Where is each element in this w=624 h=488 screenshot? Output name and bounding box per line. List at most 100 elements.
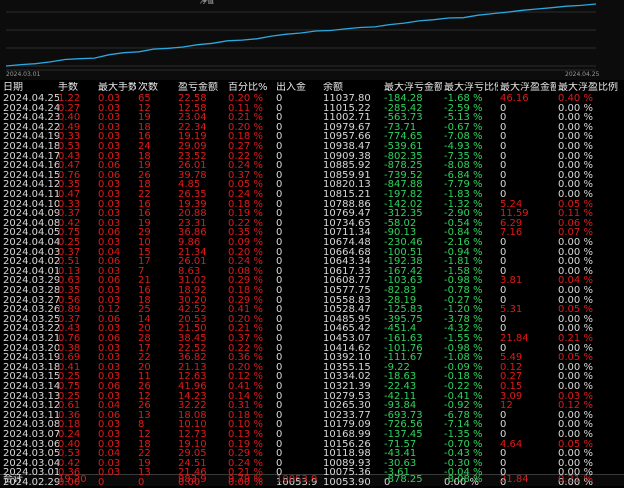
cell-date: 2024.03.26 <box>3 305 59 316</box>
cell-max-float-loss-pct: -1.83 % <box>444 190 483 200</box>
cell-cashflow: 0 <box>276 238 283 248</box>
table-row[interactable]: 2024.03.12 0.61 0.04 26 32.22 0.31 % 0 10265.30… <box>0 401 624 411</box>
cell-max-float-loss: -30.63 <box>384 458 417 469</box>
cell-lots: 0.33 <box>58 132 81 143</box>
table-row[interactable]: 2024.04.16 0.47 0.06 19 26.01 0.24 % 0 10885.92… <box>0 161 624 171</box>
table-row[interactable]: 2024.03.28 0.35 0.03 16 18.92 0.18 % 0 10577.75… <box>0 286 624 296</box>
cell-pct: 0.11 % <box>228 103 263 114</box>
table-row[interactable]: 2024.04.08 0.42 0.03 19 23.31 0.22 % 0 10734.65… <box>0 219 624 229</box>
cell-max-float-profit-pct: 0.11 % <box>558 209 593 220</box>
table-row[interactable]: 2024.03.04 0.42 0.03 19 24.51 0.24 % 0 10089.93… <box>0 459 624 469</box>
table-row[interactable]: 2024.03.11 0.36 0.06 13 18.08 0.18 % 0 10233.77… <box>0 411 624 421</box>
table-row[interactable]: 2024.03.21 0.76 0.06 28 38.45 0.37 % 0 10453.07… <box>0 334 624 344</box>
table-row[interactable]: 2024.03.22 0.43 0.03 20 21.50 0.21 % 0 10465.42… <box>0 324 624 334</box>
table-row[interactable]: 2024.03.14 0.75 0.06 26 41.96 0.41 % 0 10321.39… <box>0 382 624 392</box>
table-row[interactable]: 2024.04.24 0.27 0.03 12 12.58 0.11 % 0 11015.22… <box>0 104 624 114</box>
cell-max-float-loss-pct: -7.35 % <box>444 151 483 162</box>
cell-max-float-loss: -73.71 <box>384 122 417 133</box>
cell-max-float-profit: 0.12 <box>500 362 523 373</box>
cell-lots: 0.41 <box>58 362 81 373</box>
cell-count: 16 <box>138 209 151 220</box>
table-row[interactable]: 2024.03.07 0.24 0.03 12 12.73 0.13 % 0 10168.99… <box>0 430 624 440</box>
cell-max-float-profit-pct: 0.03 % <box>558 391 593 402</box>
table-row[interactable]: 2024.04.22 0.49 0.03 18 22.34 0.20 % 0 10979.67… <box>0 123 624 133</box>
cell-cashflow: 0 <box>276 247 283 258</box>
table-row[interactable]: 2024.04.02 0.51 0.06 17 26.01 0.24 % 0 10643.34… <box>0 257 624 267</box>
cell-lots: 0.25 <box>58 391 81 402</box>
table-row[interactable]: 2024.03.20 0.38 0.03 17 22.52 0.22 % 0 10414.62… <box>0 344 624 354</box>
cell-balance: 10769.47 <box>323 209 371 220</box>
cell-lots: 0.69 <box>58 353 81 364</box>
cell-max-lots: 0.03 <box>98 295 121 306</box>
cell-date: 2024.03.29 <box>3 276 59 287</box>
table-row[interactable]: 2024.04.11 0.47 0.03 22 26.35 0.24 % 0 10815.21… <box>0 190 624 200</box>
table-row[interactable]: 2024.04.10 0.33 0.03 16 19.39 0.18 % 0 10788.86… <box>0 200 624 210</box>
cell-max-float-loss-pct: -8.08 % <box>444 161 483 172</box>
table-row[interactable]: 2024.04.01 0.13 0.03 7 8.63 0.08 % 0 10617.33 -1… <box>0 267 624 277</box>
cell-max-float-profit-pct: 0.00 % <box>558 238 593 248</box>
table-row[interactable]: 2024.04.12 0.35 0.03 18 4.85 0.05 % 0 10820.13 -… <box>0 180 624 190</box>
cell-max-lots: 0.06 <box>98 228 121 239</box>
cell-max-float-profit: 0 <box>500 420 507 431</box>
cell-count: 18 <box>138 439 151 450</box>
table-row[interactable]: 2024.03.15 0.25 0.03 11 12.63 0.12 % 0 10334.02… <box>0 372 624 382</box>
cell-lots: 0.35 <box>58 286 81 296</box>
cell-balance: 10168.99 <box>323 430 371 440</box>
cell-cashflow: 0 <box>276 209 283 220</box>
cell-cashflow: 0 <box>276 180 283 191</box>
cell-max-float-profit: 0 <box>500 266 507 277</box>
cell-max-lots: 0.03 <box>98 151 121 162</box>
table-row[interactable]: 2024.03.26 0.89 0.12 25 42.52 0.41 % 0 10528.47… <box>0 305 624 315</box>
cell-pnl: 42.52 <box>178 305 207 316</box>
cell-date: 2024.03.19 <box>3 353 59 364</box>
cell-max-float-profit-pct: 0.00 % <box>558 103 593 114</box>
table-row[interactable]: 2024.04.23 0.40 0.03 19 23.04 0.21 % 0 11002.71… <box>0 113 624 123</box>
table-row[interactable]: 2024.04.03 0.37 0.04 15 21.34 0.20 % 0 10664.68… <box>0 248 624 258</box>
cell-max-lots: 0.03 <box>98 420 121 431</box>
table-row[interactable]: 2024.04.04 0.25 0.03 10 9.86 0.09 % 0 10674.48 -… <box>0 238 624 248</box>
cell-max-lots: 0.03 <box>98 458 121 469</box>
cell-balance: 10734.65 <box>323 218 371 229</box>
cell-pct: 0.21 % <box>228 113 263 124</box>
table-row[interactable]: 2024.03.25 0.37 0.06 14 20.53 0.20 % 0 10485.95… <box>0 315 624 325</box>
cell-date: 2024.04.01 <box>3 266 59 277</box>
table-row[interactable]: 2024.03.29 0.63 0.06 21 31.02 0.29 % 0 10608.77… <box>0 276 624 286</box>
cell-max-float-profit-pct: 0.21 % <box>558 334 593 344</box>
table-row[interactable]: 2024.04.18 0.53 0.03 24 29.09 0.27 % 0 10938.47… <box>0 142 624 152</box>
table-row[interactable]: 2024.03.27 0.56 0.03 18 30.20 0.29 % 0 10558.83… <box>0 296 624 306</box>
cell-pnl: 9.86 <box>178 238 201 248</box>
table-row[interactable]: 2024.03.18 0.41 0.03 20 21.13 0.20 % 0 10355.15… <box>0 363 624 373</box>
cell-lots: 0.75 <box>58 382 81 392</box>
table-row[interactable]: 2024.03.13 0.25 0.03 12 14.23 0.14 % 0 10279.53… <box>0 392 624 402</box>
cell-balance: 10909.38 <box>323 151 371 162</box>
cell-max-float-loss: -878.25 <box>384 161 423 172</box>
cell-max-float-loss-pct: -0.43 % <box>444 449 483 460</box>
table-row[interactable]: 2024.03.08 0.18 0.03 8 10.10 0.10 % 0 10179.09 -… <box>0 420 624 430</box>
table-row[interactable]: 2024.03.19 0.69 0.03 22 36.82 0.36 % 0 10392.10… <box>0 353 624 363</box>
cell-cashflow: 0 <box>276 458 283 469</box>
cell-max-lots: 0.03 <box>98 324 121 335</box>
cell-lots: 0.38 <box>58 343 81 354</box>
table-row[interactable]: 2024.04.25 1.22 0.03 65 22.58 0.20 % 0 11037.80… <box>0 94 624 104</box>
table-row[interactable]: 2024.04.19 0.33 0.03 16 19.19 0.18 % 0 10957.66… <box>0 132 624 142</box>
table-row[interactable]: 2024.04.17 0.43 0.03 18 23.52 0.22 % 0 10909.38… <box>0 152 624 162</box>
total-count <box>138 474 176 485</box>
cell-pct: 0.20 % <box>228 122 263 133</box>
table-row[interactable]: 2024.04.05 0.75 0.06 29 36.86 0.35 % 0 10711.34… <box>0 228 624 238</box>
cell-pct: 0.09 % <box>228 238 263 248</box>
table-row[interactable]: 2024.03.05 0.53 0.04 22 29.05 0.29 % 0 10118.98… <box>0 449 624 459</box>
cell-lots: 0.36 <box>58 410 81 421</box>
cell-cashflow: 0 <box>276 295 283 306</box>
cell-max-float-loss-pct: -7.79 % <box>444 180 483 191</box>
cell-pct: 0.24 % <box>228 257 263 268</box>
total-max-float-loss: -878.25 <box>384 474 423 485</box>
cell-cashflow: 0 <box>276 122 283 133</box>
cell-max-lots: 0.03 <box>98 113 121 124</box>
cell-max-float-profit: 0 <box>500 132 507 143</box>
table-row[interactable]: 2024.03.06 0.40 0.03 18 19.10 0.19 % 0 10156.26… <box>0 440 624 450</box>
cell-max-lots: 0.03 <box>98 199 121 210</box>
cell-balance: 10617.33 <box>323 266 371 277</box>
cell-max-float-loss: -285.42 <box>384 103 423 114</box>
table-row[interactable]: 2024.04.15 0.76 0.06 26 39.78 0.37 % 0 10859.91… <box>0 171 624 181</box>
table-row[interactable]: 2024.04.09 0.37 0.03 16 20.88 0.19 % 0 10769.47… <box>0 209 624 219</box>
